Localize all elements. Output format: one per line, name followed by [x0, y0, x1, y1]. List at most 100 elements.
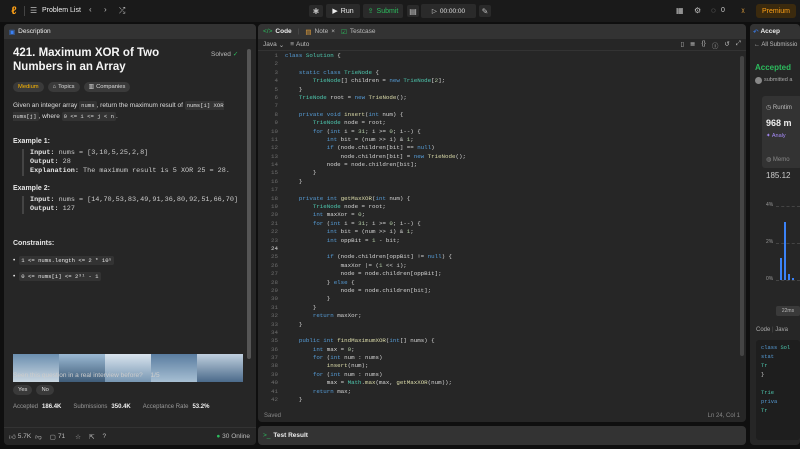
topics-button[interactable]: ⌂ Topics: [47, 82, 80, 92]
debug-icon[interactable]: ✱: [309, 5, 323, 17]
example-1-title: Example 1:: [13, 138, 50, 145]
chart-bar[interactable]: [792, 278, 794, 280]
share-icon[interactable]: ⇱: [89, 433, 94, 441]
axis-label-2: 2%: [766, 239, 774, 245]
dislike-icon[interactable]: 👎︎: [35, 433, 42, 441]
streak-icon[interactable]: ◌: [711, 6, 716, 15]
bookmark-icon[interactable]: ▯: [680, 40, 684, 50]
all-submissions-link[interactable]: ← All Submissio: [754, 42, 797, 48]
info-icon[interactable]: ⓘ: [712, 40, 719, 50]
divider: |: [297, 28, 300, 35]
close-icon[interactable]: ×: [331, 28, 335, 35]
constraints-list: • 1 <= nums.length <= 2 * 10⁵ • 0 <= nums[…: [13, 255, 114, 281]
format-icon[interactable]: ≣: [690, 40, 695, 50]
code-text[interactable]: class Solution { static class TrieNode {…: [285, 52, 466, 404]
range-handle[interactable]: 22ms: [776, 306, 800, 316]
companies-button[interactable]: ▥ Companies: [83, 82, 131, 92]
run-button[interactable]: ▶ Run: [326, 4, 360, 18]
braces-icon[interactable]: {}: [702, 40, 706, 50]
tab-note[interactable]: Note: [315, 28, 329, 35]
timer[interactable]: ▷ 00:00:00: [421, 4, 476, 18]
tags-row: Medium ⌂ Topics ▥ Companies: [13, 82, 245, 92]
back-arrow-icon: ←: [754, 42, 760, 48]
tab-accepted[interactable]: Accep: [760, 28, 780, 35]
tab-testcase[interactable]: Testcase: [350, 28, 376, 35]
sparkle-icon: ✦: [766, 133, 771, 139]
testcase-icon: ☑: [341, 28, 347, 36]
streak-count: 0: [721, 7, 725, 14]
problem-list-icon[interactable]: ☰: [30, 6, 37, 15]
difficulty-badge[interactable]: Medium: [13, 82, 44, 92]
notes-icon[interactable]: ▤: [407, 5, 419, 17]
example-2-title: Example 2:: [13, 185, 50, 192]
terminal-icon: >_: [263, 432, 271, 439]
description-panel: ▣ Description 421. Maximum XOR of Two Nu…: [4, 24, 256, 445]
solved-badge: Solved ✓: [211, 51, 239, 58]
star-icon[interactable]: ☆: [75, 433, 81, 441]
submitted-text: submitted a: [764, 77, 793, 83]
comment-icon[interactable]: ▢: [50, 433, 56, 441]
submit-button[interactable]: ⇪ Submit: [363, 4, 403, 18]
edit-icon[interactable]: ✎: [479, 5, 491, 17]
runtime-value: 968 m: [766, 118, 792, 128]
reset-icon[interactable]: ↺: [724, 40, 729, 50]
like-icon[interactable]: 👍︎: [9, 433, 16, 441]
code-tab-icon: </>: [263, 28, 273, 35]
user-avatar: [755, 77, 762, 84]
stats-row: Accepted 186.4K Submissions 350.4K Accepta…: [13, 404, 210, 410]
gridline: [776, 280, 800, 281]
language-select[interactable]: Java: [263, 41, 277, 48]
problem-title: 421. Maximum XOR of Two Numbers in an Ar…: [13, 47, 160, 73]
no-button[interactable]: No: [36, 385, 54, 395]
editor-scrollbar[interactable]: [740, 56, 744, 356]
memory-value: 185.12: [766, 171, 791, 180]
shuffle-icon[interactable]: ⤮: [119, 6, 125, 16]
auto-mode[interactable]: Auto: [296, 41, 309, 48]
gridline: [776, 206, 800, 207]
fullscreen-icon[interactable]: ⤢: [736, 40, 741, 50]
chart-bar[interactable]: [784, 222, 786, 280]
submission-panel: ↶ Accep ← All Submissio Accepted submitt…: [750, 24, 800, 445]
yes-button[interactable]: Yes: [13, 385, 33, 395]
distribution-chart: 4% 2% 0% 22ms: [750, 194, 800, 324]
submission-header: ↶ Accep: [750, 24, 800, 39]
code-editor[interactable]: 1 2 3 4 5 6 7 8 9 10 11 12 13 14 15 16 17 18 19 20 21 22 23 24 2…: [258, 52, 746, 404]
scrollbar[interactable]: [247, 49, 251, 359]
divider: [24, 6, 25, 16]
memory-icon: ◍: [766, 157, 772, 163]
interview-answers: Yes No: [13, 385, 58, 395]
play-icon: ▷: [431, 8, 437, 15]
history-icon: ↶: [753, 28, 759, 36]
logo-icon[interactable]: ℓ: [8, 5, 20, 17]
code-toolbar: Java ⌄ ≡ Auto ▯ ≣ {} ⓘ ↺ ⤢: [258, 39, 746, 51]
code-panel: </> Code | ▤ Note × ☑ Testcase Java ⌄ ≡ …: [258, 24, 746, 422]
online-indicator: ● 30 Online: [216, 433, 250, 440]
save-status: Saved: [264, 413, 282, 419]
chevron-down-icon[interactable]: ⌄: [279, 41, 284, 49]
settings-icon[interactable]: ⚙: [694, 6, 701, 15]
description-content: 421. Maximum XOR of Two Numbers in an Ar…: [13, 46, 245, 416]
problem-list-link[interactable]: Problem List: [42, 7, 81, 14]
problem-statement: Given an integer array nums, return the …: [13, 101, 224, 121]
submitted-code-preview: class Sol stat Tr } Trie priva Tr: [756, 340, 800, 440]
example-2: Input: nums = [14,70,53,83,49,91,36,80,9…: [22, 196, 245, 214]
chart-bar[interactable]: [780, 258, 782, 280]
tab-test-result[interactable]: Test Result: [273, 432, 308, 439]
gridline: [776, 243, 800, 244]
axis-label-4: 4%: [766, 202, 774, 208]
note-icon: ▤: [305, 28, 312, 36]
check-icon: ✓: [232, 51, 239, 58]
prev-problem-icon[interactable]: ‹: [89, 5, 92, 14]
run-icon: ▶: [332, 8, 338, 15]
tab-code[interactable]: Code: [275, 28, 291, 35]
next-problem-icon[interactable]: ›: [104, 5, 107, 14]
tab-description[interactable]: Description: [18, 28, 51, 35]
top-bar: ℓ ☰ Problem List ‹ › ⤮ ✱ ▶ Run ⇪ Submit ▤ …: [0, 0, 800, 22]
constraints-title: Constraints:: [13, 240, 55, 247]
layout-icon[interactable]: ▦: [676, 6, 684, 15]
help-icon[interactable]: ?: [102, 433, 106, 440]
bullet-icon: •: [13, 256, 16, 264]
avatar[interactable]: ᵡ: [737, 5, 749, 17]
chart-bar[interactable]: [788, 274, 790, 280]
premium-button[interactable]: Premium: [756, 4, 796, 18]
